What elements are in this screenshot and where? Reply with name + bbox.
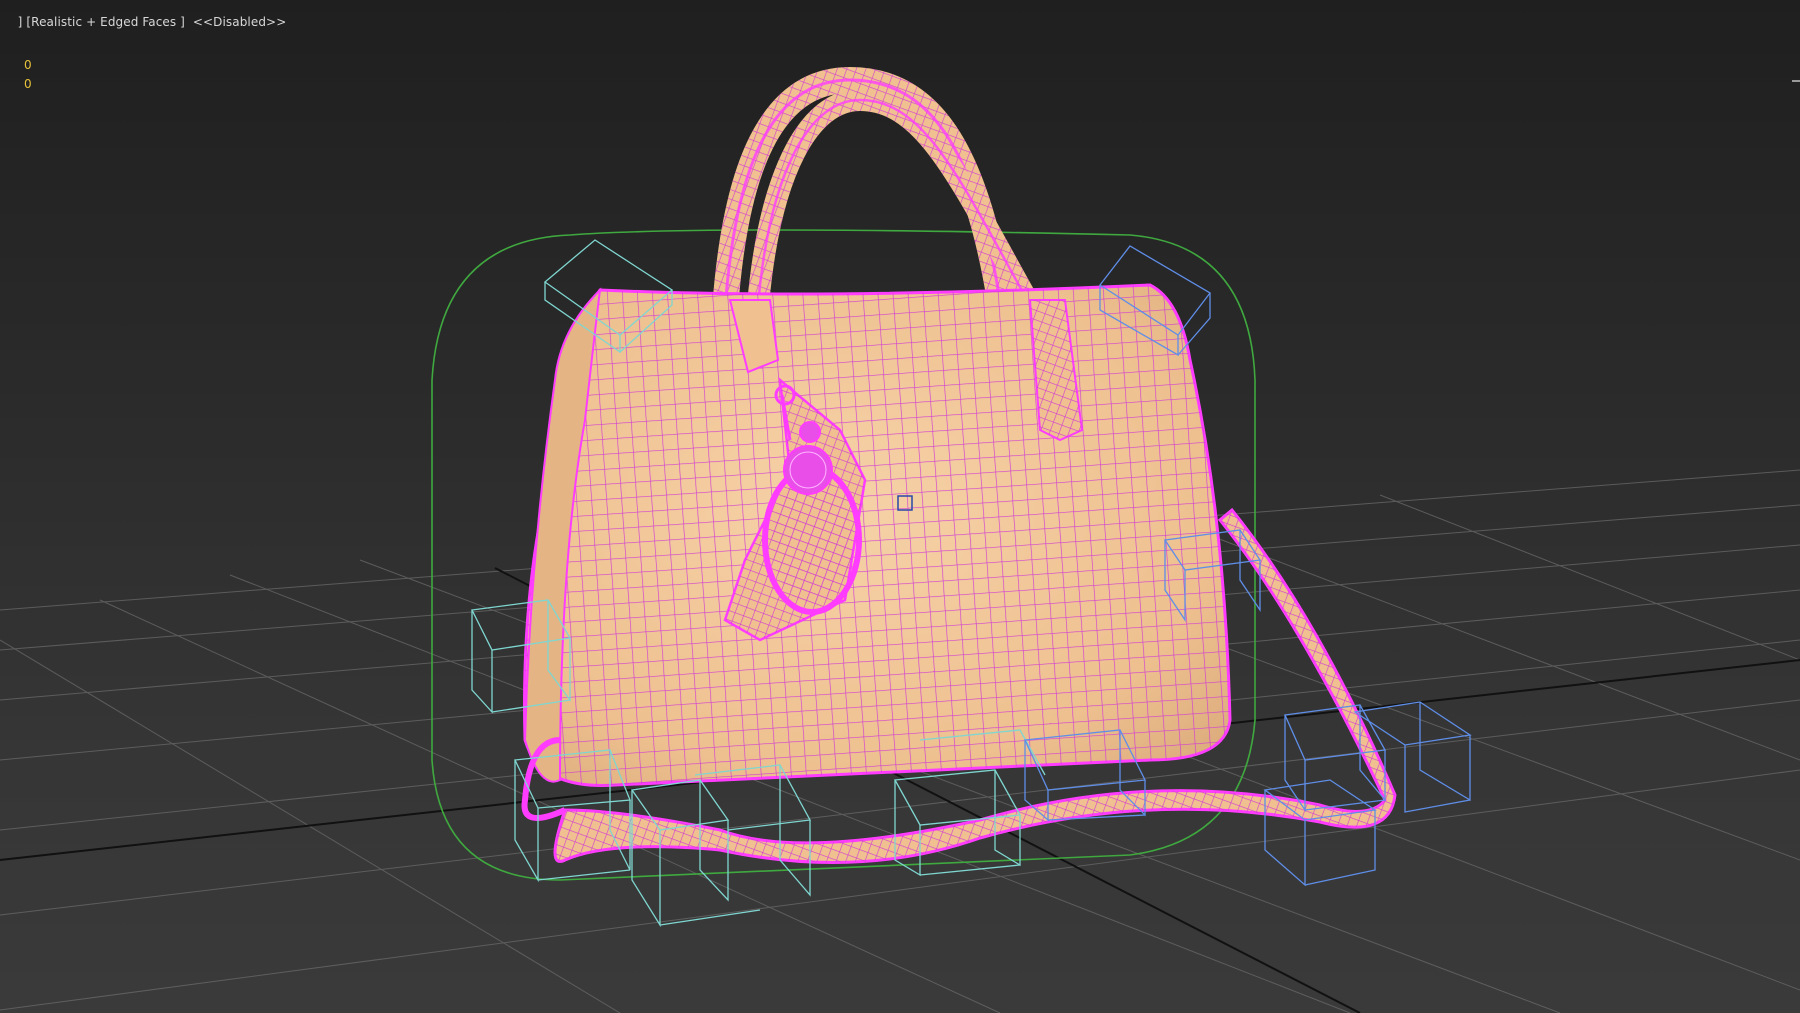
viewcube-edge-marker[interactable] [1792, 80, 1800, 82]
perspective-viewport[interactable]: ] [Realistic + Edged Faces ] <<Disabled>… [0, 0, 1800, 1013]
box-helper-bottom-right-3 [1263, 779, 1377, 887]
bag-handles [712, 66, 1040, 311]
handbag-mesh[interactable] [523, 283, 1232, 787]
scene-canvas[interactable] [0, 0, 1800, 1013]
